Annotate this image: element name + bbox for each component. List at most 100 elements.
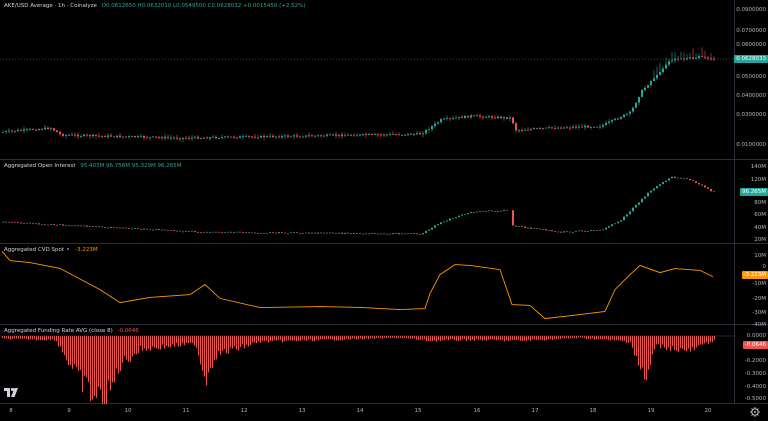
price-candle xyxy=(275,136,277,138)
funding-bar xyxy=(420,336,421,340)
price-candle xyxy=(8,130,10,132)
oi-candle xyxy=(578,230,580,232)
funding-bar xyxy=(346,336,347,339)
funding-bar xyxy=(644,336,645,380)
oi-candle xyxy=(521,226,523,227)
price-pane[interactable]: AKE/USD Average · 1h · Coinalyze O0.0612… xyxy=(0,0,768,160)
price-candle xyxy=(296,135,298,137)
funding-bar xyxy=(150,336,151,351)
funding-bar xyxy=(28,336,29,340)
funding-plot[interactable] xyxy=(0,325,735,404)
price-plot[interactable] xyxy=(0,0,735,159)
gear-icon[interactable] xyxy=(749,406,761,418)
funding-bar xyxy=(478,336,479,340)
cvd-plot[interactable] xyxy=(0,244,735,324)
oi-candle xyxy=(59,224,61,226)
funding-bar xyxy=(318,336,319,341)
oi-candle xyxy=(2,221,4,223)
funding-bar xyxy=(690,336,691,352)
price-candle xyxy=(407,133,409,135)
time-tick: 13 xyxy=(298,408,306,414)
oi-candle xyxy=(560,231,562,233)
funding-bar xyxy=(348,336,349,340)
cvd-axis[interactable]: 10M 0 -10M -20M -30M -40M -3.223M xyxy=(735,244,768,328)
funding-bar xyxy=(256,336,257,344)
price-candle xyxy=(389,134,391,135)
funding-bar xyxy=(132,336,133,357)
oi-candle xyxy=(443,221,445,223)
price-candle xyxy=(428,129,430,131)
price-candle xyxy=(134,136,136,138)
oi-candle xyxy=(23,222,25,224)
oi-candle xyxy=(155,229,157,230)
price-candle xyxy=(47,127,49,130)
price-candle xyxy=(521,129,523,131)
funding-bar xyxy=(526,336,527,341)
price-candle xyxy=(164,136,166,139)
funding-bar xyxy=(554,336,555,340)
price-candle xyxy=(287,135,289,137)
oi-candle xyxy=(647,192,649,197)
funding-bar xyxy=(146,336,147,351)
oi-candle xyxy=(242,232,244,233)
funding-bar xyxy=(398,336,399,339)
oi-candle xyxy=(5,221,7,223)
tradingview-logo-icon[interactable] xyxy=(4,386,20,398)
oi-tick: 60M xyxy=(754,212,766,218)
price-current-badge: 0.0628033 xyxy=(734,55,768,63)
oi-candle xyxy=(413,233,415,235)
oi-candle xyxy=(431,227,433,230)
price-candle xyxy=(641,90,643,97)
funding-bar xyxy=(476,336,477,339)
funding-bar xyxy=(38,336,39,340)
oi-candle xyxy=(92,226,94,227)
price-candle xyxy=(452,117,454,119)
price-candle xyxy=(317,135,319,137)
time-axis[interactable]: 8 9 10 11 12 13 14 15 16 17 18 19 20 xyxy=(0,404,768,421)
price-candle xyxy=(68,135,70,136)
open-interest-pane[interactable]: Aggregated Open Interest 95.403M 96.756M… xyxy=(0,160,768,244)
cvd-legend-title: Aggregated CVD Spot ⚬ xyxy=(4,247,71,253)
oi-candle xyxy=(221,232,223,233)
funding-bar xyxy=(570,336,571,339)
oi-candle xyxy=(56,224,58,226)
funding-pane[interactable]: Aggregated Funding Rate AVG (close 8) -0… xyxy=(0,325,768,404)
price-candle xyxy=(437,122,439,124)
funding-bar xyxy=(206,336,207,386)
price-candle xyxy=(44,127,46,130)
oi-axis[interactable]: 140M 120M 80M 60M 40M 20M 96.265M xyxy=(735,160,768,243)
oi-candle xyxy=(464,214,466,215)
funding-bar xyxy=(436,336,437,342)
price-candle xyxy=(458,116,460,118)
oi-candle xyxy=(218,231,220,233)
price-candle xyxy=(197,136,199,139)
oi-candle xyxy=(707,187,709,189)
oi-candle xyxy=(47,224,49,226)
oi-tick: 20M xyxy=(754,237,766,243)
funding-axis[interactable]: 0.0000 -0.2000 -0.3000 -0.4000 -0.5000 -… xyxy=(735,325,768,403)
oi-candle xyxy=(599,229,601,231)
open-interest-plot[interactable] xyxy=(0,160,735,243)
oi-candle xyxy=(665,180,667,183)
time-tick: 11 xyxy=(182,408,190,414)
price-axis[interactable]: 0.0900000 0.0700000 0.0600000 0.0500000 … xyxy=(734,0,768,159)
cvd-current-badge: -3.223M xyxy=(741,271,768,279)
price-tick: 0.0300000 xyxy=(736,112,766,118)
price-candle xyxy=(14,131,16,132)
cvd-pane[interactable]: Aggregated CVD Spot ⚬ -3.223M 10M 0 -10M… xyxy=(0,244,768,328)
price-candle xyxy=(503,117,505,119)
oi-candle xyxy=(272,232,274,234)
price-candle xyxy=(74,134,76,136)
oi-candle xyxy=(266,232,268,234)
funding-bar xyxy=(172,336,173,345)
funding-bar xyxy=(310,336,311,340)
oi-candle xyxy=(302,233,304,234)
oi-candle xyxy=(170,230,172,231)
price-candle xyxy=(632,107,634,112)
funding-bar xyxy=(404,336,405,339)
price-candle xyxy=(386,134,388,136)
oi-candle xyxy=(536,228,538,229)
time-tick: 19 xyxy=(647,408,655,414)
price-candle xyxy=(59,132,61,135)
price-candle xyxy=(92,134,94,137)
